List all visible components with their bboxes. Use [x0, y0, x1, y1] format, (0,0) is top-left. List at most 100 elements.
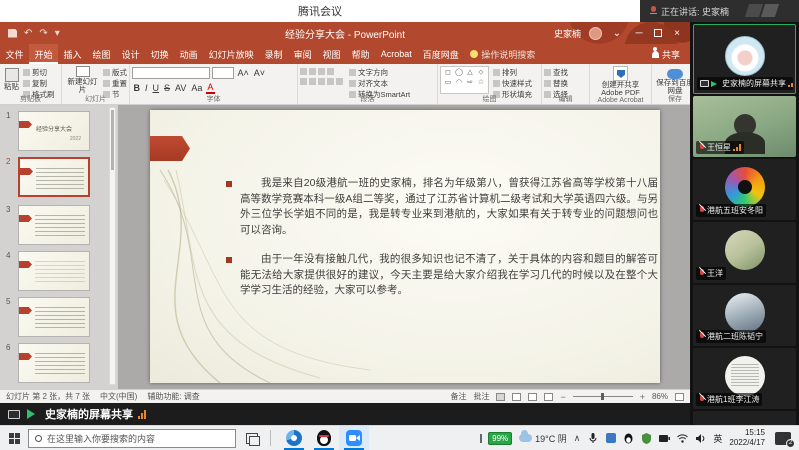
- paste-button[interactable]: 粘贴: [2, 66, 21, 94]
- change-case-icon[interactable]: Aa: [190, 83, 204, 93]
- comments-button[interactable]: 批注: [473, 391, 489, 402]
- weather-widget[interactable]: 19°C 阴: [519, 432, 567, 445]
- tray-expand-icon[interactable]: ∧: [574, 433, 581, 444]
- reset-button[interactable]: 重置: [103, 78, 127, 89]
- tab-baidu-pan[interactable]: 百度网盘: [417, 44, 464, 64]
- tab-transitions[interactable]: 切换: [145, 44, 174, 64]
- tab-animations[interactable]: 动画: [174, 44, 203, 64]
- indent-decrease-icon[interactable]: [318, 68, 325, 75]
- arrange-button[interactable]: 排列: [493, 67, 532, 78]
- copy-button[interactable]: 复制: [23, 78, 55, 89]
- align-center-icon[interactable]: [309, 78, 316, 85]
- thumbnail-5[interactable]: 5: [6, 297, 90, 337]
- tray-qq-icon[interactable]: [623, 433, 634, 444]
- bullets-icon[interactable]: [300, 68, 307, 75]
- thumbnail-4[interactable]: 4: [6, 251, 90, 291]
- columns-icon[interactable]: [336, 78, 343, 85]
- tab-draw[interactable]: 绘图: [87, 44, 116, 64]
- tray-app-icon[interactable]: [605, 433, 616, 444]
- thumbnail-2-selected[interactable]: 2: [6, 157, 90, 197]
- taskbar-app-meeting[interactable]: [339, 426, 369, 450]
- participant-tile[interactable]: 王洋: [693, 222, 796, 283]
- font-color-button[interactable]: A: [206, 82, 215, 94]
- participant-tile[interactable]: 港航1班李江涛: [693, 348, 796, 409]
- volume-icon[interactable]: [695, 433, 706, 444]
- tab-design[interactable]: 设计: [116, 44, 145, 64]
- normal-view-icon[interactable]: [496, 393, 505, 401]
- strikethrough-button[interactable]: S: [163, 83, 172, 93]
- shrink-font-icon[interactable]: A˅: [252, 68, 266, 78]
- bold-button[interactable]: B: [132, 83, 142, 93]
- minimize-button[interactable]: ─: [632, 28, 646, 39]
- shape-gallery[interactable]: ◻◯△⬦ ▭◠⇨☆: [440, 66, 489, 94]
- find-button[interactable]: 查找: [544, 67, 587, 78]
- participant-tile-video[interactable]: 王恒星: [693, 96, 796, 157]
- slide[interactable]: 我是来自20级港航一班的史家楠，排名为年级第八，曾获得江苏省高等学校第十八届高等…: [150, 110, 660, 383]
- tab-home[interactable]: 开始: [29, 44, 58, 64]
- slide-sorter-view-icon[interactable]: [512, 393, 521, 401]
- cut-button[interactable]: 剪切: [23, 67, 55, 78]
- slide-thumbnail-panel[interactable]: 1 经验分享大会 2022 2 3 4: [0, 105, 118, 389]
- quick-styles-button[interactable]: 快速样式: [493, 78, 532, 89]
- clock[interactable]: 15:15 2022/4/17: [729, 428, 765, 449]
- font-name-box[interactable]: [132, 67, 210, 79]
- thumbnail-3[interactable]: 3: [6, 205, 90, 245]
- tab-file[interactable]: 文件: [0, 44, 29, 64]
- tab-insert[interactable]: 插入: [58, 44, 87, 64]
- tab-help[interactable]: 帮助: [346, 44, 375, 64]
- create-share-pdf-button[interactable]: 创建并共享 Adobe PDF: [592, 66, 649, 98]
- red-banner-shape[interactable]: [150, 136, 190, 161]
- indent-increase-icon[interactable]: [327, 68, 334, 75]
- taskbar-app-qq[interactable]: [309, 426, 339, 450]
- notification-center-icon[interactable]: 2: [775, 432, 791, 445]
- zoom-out-button[interactable]: −: [560, 392, 565, 402]
- thumbnail-scrollbar[interactable]: [109, 107, 116, 385]
- thumbnail-1[interactable]: 1 经验分享大会 2022: [6, 111, 90, 151]
- zoom-in-button[interactable]: +: [640, 392, 645, 402]
- thumbnail-6[interactable]: 6: [6, 343, 90, 383]
- ribbon-display-button[interactable]: ⌄: [610, 28, 624, 39]
- tab-slideshow[interactable]: 幻灯片放映: [203, 44, 259, 64]
- tell-me-search[interactable]: 操作说明搜索: [464, 44, 541, 64]
- close-button[interactable]: ×: [670, 28, 684, 39]
- underline-button[interactable]: U: [151, 83, 161, 93]
- participant-tile-partial[interactable]: [693, 411, 796, 425]
- slideshow-view-icon[interactable]: [544, 393, 553, 401]
- text-direction-button[interactable]: 文字方向: [349, 67, 410, 78]
- slide-text-block[interactable]: 我是来自20级港航一班的史家楠，排名为年级第八，曾获得江苏省高等学校第十八届高等…: [226, 176, 658, 313]
- numbering-icon[interactable]: [309, 68, 316, 75]
- battery-indicator[interactable]: 99%: [480, 432, 512, 445]
- language-indicator[interactable]: 中文(中国): [100, 391, 137, 402]
- restore-button[interactable]: [654, 29, 662, 37]
- reading-view-icon[interactable]: [528, 393, 537, 401]
- zoom-level[interactable]: 86%: [652, 392, 668, 401]
- redo-icon[interactable]: ↷: [39, 28, 47, 39]
- save-icon[interactable]: [8, 29, 17, 38]
- replace-button[interactable]: 替换: [544, 78, 587, 89]
- new-slide-button[interactable]: 新建幻灯片: [64, 66, 101, 94]
- ime-indicator[interactable]: 英: [713, 432, 722, 445]
- share-button[interactable]: 共享: [642, 44, 690, 64]
- font-size-box[interactable]: [212, 67, 234, 79]
- task-view-button[interactable]: [246, 433, 258, 444]
- start-button[interactable]: [0, 426, 28, 450]
- tray-security-icon[interactable]: [641, 433, 652, 444]
- undo-icon[interactable]: ↶: [24, 28, 32, 39]
- tab-acrobat[interactable]: Acrobat: [375, 44, 417, 64]
- zoom-slider[interactable]: [573, 396, 633, 397]
- tab-view[interactable]: 视图: [317, 44, 346, 64]
- tab-record[interactable]: 录制: [259, 44, 288, 64]
- taskbar-search-input[interactable]: 在这里输入你要搜索的内容: [28, 429, 236, 448]
- fit-to-window-icon[interactable]: [675, 393, 684, 401]
- taskbar-app-browser[interactable]: [279, 426, 309, 450]
- char-spacing-icon[interactable]: AV: [174, 83, 188, 93]
- participant-tile[interactable]: 港航二班陈韬宁: [693, 285, 796, 346]
- italic-button[interactable]: I: [144, 83, 150, 93]
- participant-tile-sharing[interactable]: 史家楠的屏幕共享: [693, 24, 796, 94]
- qat-dropdown-icon[interactable]: ▾: [55, 28, 60, 39]
- tray-mic-icon[interactable]: [587, 433, 598, 444]
- meeting-titlebar[interactable]: 腾讯会议: [0, 0, 640, 22]
- accessibility-status[interactable]: 辅助功能: 调查: [147, 391, 199, 402]
- account-avatar[interactable]: [589, 27, 602, 40]
- tab-review[interactable]: 审阅: [288, 44, 317, 64]
